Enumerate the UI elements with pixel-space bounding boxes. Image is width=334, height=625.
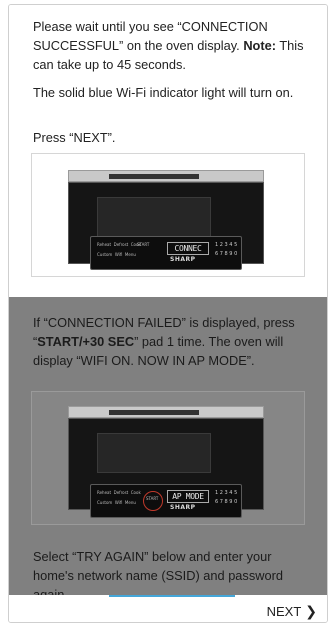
oven-control-panel-dim: Reheat Defrost Cook Custom Wifi Menu STA… [90,484,242,518]
instruction-press-next: Press “NEXT”. [33,130,116,145]
oven-failed-image: Reheat Defrost Cook Custom Wifi Menu STA… [31,391,305,525]
oven-display-dim: AP MODE [167,490,209,503]
instruction-wait: Please wait until you see “CONNECTION SU… [33,17,305,74]
instruction-indicator: The solid blue Wi-Fi indicator light wil… [33,85,294,100]
failed-section: If “CONNECTION FAILED” is displayed, pre… [9,297,327,602]
oven-success-image: Reheat Defrost Cook Custom Wifi Menu STA… [31,153,305,277]
phone-frame: Please wait until you see “CONNECTION SU… [8,4,328,623]
instruction-failed: If “CONNECTION FAILED” is displayed, pre… [33,313,305,370]
footer-nav: NEXT ❯ [9,595,327,622]
brand-logo: SHARP [170,256,196,263]
oven-control-panel: Reheat Defrost Cook Custom Wifi Menu STA… [90,236,242,270]
success-section: Please wait until you see “CONNECTION SU… [9,5,327,297]
note-label: Note: [243,38,277,53]
oven-display: CONNEC [167,242,209,255]
start-pad-label: START/+30 SEC [37,334,135,349]
chevron-right-icon: ❯ [305,603,317,619]
brand-logo-dim: SHARP [170,504,196,511]
instruction-wait-text: Please wait until you see “CONNECTION SU… [33,19,268,53]
progress-bar [109,595,235,597]
start-button-highlight [143,491,163,511]
next-button[interactable]: NEXT ❯ [267,603,317,620]
next-label: NEXT [266,604,302,619]
